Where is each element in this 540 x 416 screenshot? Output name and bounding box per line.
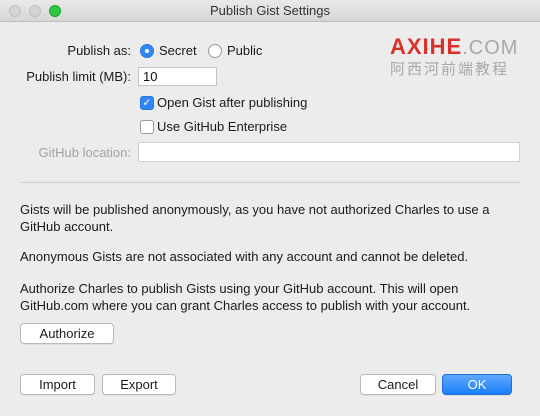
publish-limit-label: Publish limit (MB): [26, 69, 131, 84]
not-associated-message: Anonymous Gists are not associated with … [20, 249, 469, 264]
github-location-input[interactable] [138, 142, 520, 162]
window-title: Publish Gist Settings [210, 3, 330, 18]
title-bar: Publish Gist Settings [0, 0, 540, 22]
ok-button[interactable]: OK [442, 374, 512, 395]
open-gist-label[interactable]: Open Gist after publishing [157, 95, 307, 110]
import-button[interactable]: Import [20, 374, 95, 395]
authorize-info-message: Authorize Charles to publish Gists using… [20, 281, 471, 313]
watermark-subtitle: 阿西河前端教程 [390, 60, 510, 78]
publish-as-label: Publish as: [67, 43, 131, 58]
separator [20, 182, 520, 183]
publish-limit-input[interactable]: 10 [138, 67, 217, 86]
use-enterprise-checkbox[interactable] [140, 120, 154, 134]
public-radio[interactable] [208, 44, 222, 58]
use-enterprise-label[interactable]: Use GitHub Enterprise [157, 119, 287, 134]
authorize-button[interactable]: Authorize [20, 323, 114, 344]
public-radio-label[interactable]: Public [227, 43, 262, 58]
secret-radio[interactable] [140, 44, 154, 58]
watermark-domain: .COM [462, 37, 519, 59]
watermark-logo-text: AXIHE [390, 34, 463, 59]
secret-radio-label[interactable]: Secret [159, 43, 197, 58]
open-gist-checkbox[interactable]: ✓ [140, 96, 154, 110]
cancel-button[interactable]: Cancel [360, 374, 436, 395]
github-location-label: GitHub location: [38, 145, 132, 160]
export-button[interactable]: Export [102, 374, 176, 395]
anonymous-message: Gists will be published anonymously, as … [20, 202, 490, 234]
watermark-logo: AXIHE.COM 阿西河前端教程 [390, 34, 518, 79]
